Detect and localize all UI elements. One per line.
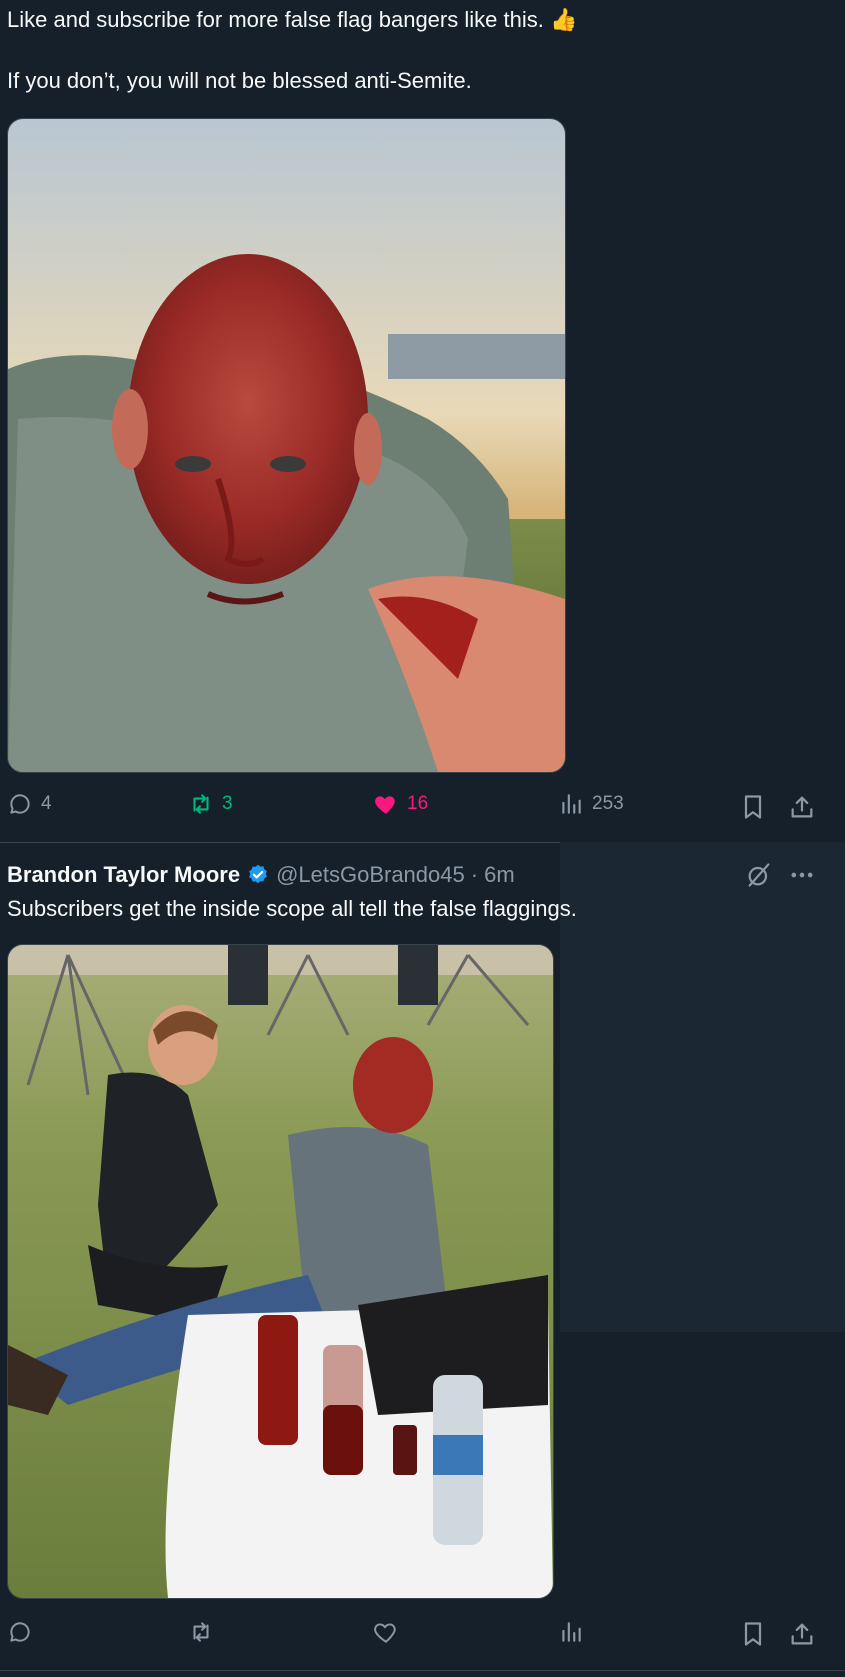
bookmark-button[interactable] bbox=[739, 793, 767, 821]
reply-button[interactable] bbox=[7, 1617, 41, 1647]
bookmark-icon bbox=[744, 1622, 762, 1646]
repost-icon bbox=[193, 794, 209, 814]
photo-icon bbox=[8, 945, 553, 1598]
author-handle[interactable]: @LetsGoBrando45 bbox=[276, 862, 465, 888]
tweet-header: Brandon Taylor Moore @LetsGoBrando45 · 6… bbox=[7, 860, 515, 890]
views-button[interactable] bbox=[558, 1617, 592, 1647]
share-icon bbox=[791, 1623, 813, 1645]
more-options-button[interactable] bbox=[788, 861, 816, 889]
views-count: 253 bbox=[592, 793, 624, 814]
heart-filled-icon bbox=[375, 796, 395, 814]
separator: · bbox=[470, 862, 479, 887]
tweet-time[interactable]: 6m bbox=[484, 862, 515, 888]
tweet-text: Subscribers get the inside scope all tel… bbox=[7, 896, 577, 921]
reply-icon bbox=[10, 1622, 30, 1642]
tweet-text-line-2: If you don’t, you will not be blessed an… bbox=[7, 68, 472, 93]
bookmark-icon bbox=[744, 795, 762, 819]
tweet[interactable]: Like and subscribe for more false flag b… bbox=[0, 0, 845, 842]
repost-button[interactable] bbox=[188, 1617, 222, 1647]
timeline-feed: Like and subscribe for more false flag b… bbox=[0, 0, 845, 1677]
share-button[interactable] bbox=[788, 793, 816, 821]
like-button[interactable] bbox=[373, 1617, 407, 1647]
more-dots-icon bbox=[791, 872, 813, 878]
reply-icon bbox=[10, 794, 30, 814]
heart-outline-icon bbox=[374, 1623, 396, 1643]
repost-button[interactable]: 3 bbox=[188, 789, 233, 819]
tweet-photo[interactable] bbox=[7, 118, 566, 773]
repost-icon bbox=[193, 1622, 209, 1642]
verified-badge-icon bbox=[249, 864, 267, 884]
thumbs-up-emoji: 👍 bbox=[549, 7, 578, 32]
author-name[interactable]: Brandon Taylor Moore bbox=[7, 862, 240, 888]
grok-icon bbox=[748, 863, 770, 887]
views-chart-icon bbox=[562, 794, 581, 814]
repost-count: 3 bbox=[222, 793, 233, 814]
like-button[interactable]: 16 bbox=[373, 789, 428, 819]
photo-icon bbox=[8, 119, 565, 772]
tweet-photo[interactable] bbox=[7, 944, 554, 1599]
views-chart-icon bbox=[562, 1622, 581, 1642]
reply-button[interactable]: 4 bbox=[7, 789, 52, 819]
bookmark-button[interactable] bbox=[739, 1620, 767, 1648]
share-button[interactable] bbox=[788, 1620, 816, 1648]
tweet-text-line-1: Like and subscribe for more false flag b… bbox=[7, 6, 577, 34]
grok-button[interactable] bbox=[745, 861, 773, 889]
reply-count: 4 bbox=[41, 793, 52, 814]
tweet-divider bbox=[0, 1670, 845, 1671]
tweet-text: Like and subscribe for more false flag b… bbox=[7, 7, 544, 32]
like-count: 16 bbox=[407, 793, 429, 814]
share-icon bbox=[791, 796, 813, 818]
views-button[interactable]: 253 bbox=[558, 789, 624, 819]
